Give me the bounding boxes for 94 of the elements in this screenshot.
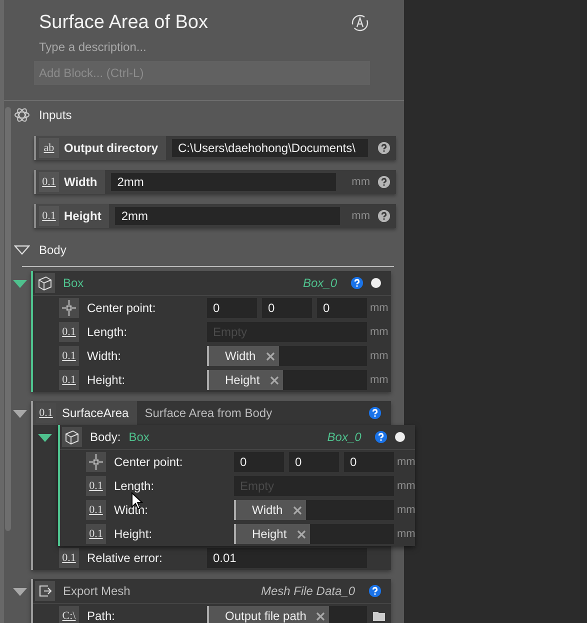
block-name: Box (63, 276, 84, 290)
unit-label: mm (397, 528, 416, 540)
collapse-triangle-icon[interactable] (14, 245, 30, 255)
document-title: Surface Area of Box (39, 12, 208, 34)
linked-block-name: Box (128, 430, 150, 444)
input-field[interactable]: 2mm (115, 207, 340, 225)
block-name: Export Mesh (63, 584, 130, 598)
parameter-label: Height: (87, 373, 126, 387)
reference-chip[interactable]: Height (234, 524, 310, 544)
point-icon (59, 298, 79, 318)
coordinate-field[interactable]: 0 (207, 298, 257, 318)
remove-icon[interactable] (296, 530, 306, 538)
type-icon: 0.1 (39, 172, 59, 192)
folder-icon[interactable] (373, 611, 385, 621)
parameter-label: Center point: (87, 301, 157, 315)
unit-label: mm (352, 176, 370, 188)
remove-icon[interactable] (266, 352, 275, 360)
input-field[interactable]: 2mm (111, 173, 336, 191)
parameter-label: Width: (114, 503, 150, 517)
remove-icon[interactable] (270, 376, 279, 384)
unit-label: mm (370, 302, 388, 314)
parameter-label: Length: (114, 479, 156, 493)
parameter-label: Height: (114, 527, 154, 541)
coordinate-field[interactable]: 0 (262, 298, 312, 318)
type-icon: 0.1 (59, 322, 79, 342)
type-icon: C:\ (59, 606, 79, 623)
reference-chip[interactable]: Width (207, 346, 279, 366)
refresh-icon[interactable] (350, 13, 370, 33)
parameter-label: Center point: (114, 455, 184, 469)
parameter-label: Width: (87, 349, 122, 363)
reference-chip[interactable]: Height (207, 370, 283, 390)
unit-label: mm (352, 210, 370, 222)
input-label: Height (64, 209, 102, 223)
type-icon: 0.1 (39, 206, 59, 226)
cube-icon (35, 273, 55, 293)
link-field[interactable]: Output file path (207, 606, 367, 623)
type-icon: ab (39, 138, 59, 158)
reference-chip[interactable]: Output file path (207, 606, 330, 623)
link-field[interactable]: Width (234, 500, 394, 520)
expand-triangle-icon[interactable] (13, 588, 27, 596)
coordinate-field[interactable]: 0 (317, 298, 367, 318)
type-icon: 0.1 (86, 476, 106, 496)
help-icon[interactable] (378, 210, 390, 222)
status-dot (371, 278, 381, 288)
coordinate-field[interactable]: 0 (289, 452, 339, 472)
export-icon (35, 581, 55, 601)
remove-icon[interactable] (316, 612, 326, 620)
section-label: Body (39, 243, 66, 257)
unit-label: mm (370, 374, 388, 386)
atom-icon (14, 107, 30, 123)
help-icon[interactable] (369, 585, 381, 597)
type-icon: 0.1 (59, 548, 79, 568)
input-label: Width (64, 175, 98, 189)
coordinate-field[interactable]: 0 (234, 452, 284, 472)
point-icon (86, 452, 106, 472)
help-icon[interactable] (351, 277, 363, 289)
reference-chip[interactable]: Width (234, 500, 306, 520)
block-reference: Mesh File Data_0 (260, 584, 355, 598)
input-field[interactable]: C:\Users\daehohong\Documents\ (172, 139, 368, 157)
type-icon: 0.1 (86, 524, 106, 544)
help-icon[interactable] (375, 431, 388, 443)
type-icon: 0.1 (59, 346, 79, 366)
link-field[interactable]: Height (207, 370, 367, 390)
help-icon[interactable] (369, 407, 381, 419)
expand-triangle-icon[interactable] (13, 280, 27, 288)
cube-icon (62, 427, 82, 447)
block-name: SurfaceArea (62, 406, 129, 420)
link-field[interactable]: Width (207, 346, 367, 366)
block-reference: Box_0 (327, 430, 362, 444)
unit-label: mm (397, 456, 416, 468)
unit-label: mm (397, 504, 416, 516)
unit-label: mm (397, 480, 416, 492)
remove-icon[interactable] (292, 506, 302, 514)
type-icon: 0.1 (86, 500, 106, 520)
section-label: Inputs (39, 108, 72, 122)
type-icon: 0.1 (59, 370, 79, 390)
unit-label: mm (370, 326, 388, 338)
status-dot (395, 432, 406, 442)
help-icon[interactable] (378, 176, 390, 188)
unit-label: mm (370, 350, 388, 362)
block-reference: Box_0 (302, 276, 337, 290)
help-icon[interactable] (378, 142, 390, 154)
parameter-label: Path: (87, 609, 116, 623)
block-description: Surface Area from Body (144, 406, 272, 420)
expand-triangle-icon[interactable] (38, 434, 52, 442)
parameter-label: Length: (87, 325, 128, 339)
input-label: Body: (90, 430, 121, 444)
coordinate-field[interactable]: 0 (344, 452, 394, 472)
input-label: Output directory (64, 141, 158, 155)
expand-triangle-icon[interactable] (13, 410, 27, 418)
value-field[interactable]: 0.01 (207, 548, 367, 568)
parameter-label: Relative error: (87, 551, 164, 565)
link-field[interactable]: Height (234, 524, 394, 544)
description-field[interactable]: Type a description... (34, 40, 344, 54)
